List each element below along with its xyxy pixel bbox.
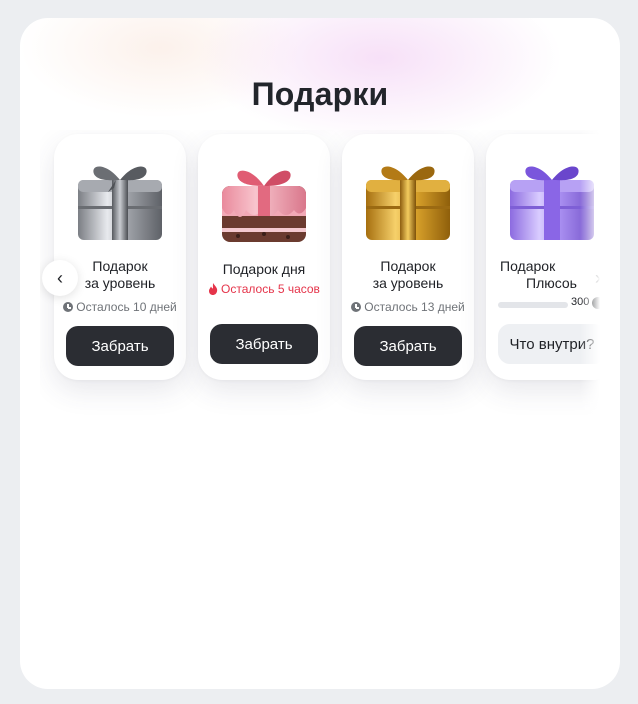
page-title: Подарки <box>251 76 389 112</box>
card-title: Подарок дня <box>198 261 330 278</box>
timer-text: Осталось 5 часов <box>221 282 320 296</box>
card-title: Подарок за уровень <box>342 258 474 292</box>
card-title-line: Подарок <box>92 258 148 274</box>
progress-bar <box>498 302 568 308</box>
gifts-panel: Подарки Подарок за уровень Осталось 10 д… <box>20 18 620 689</box>
silver-gift-icon <box>78 166 162 240</box>
gift-card[interactable]: Подарок дня Осталось 5 часов Забрать <box>198 134 330 380</box>
card-title-line: Подарок <box>500 258 556 274</box>
timer: Осталось 13 дней <box>342 300 474 314</box>
gift-card[interactable]: Подарок за уровень Осталось 13 дней Забр… <box>342 134 474 380</box>
claim-button[interactable]: Забрать <box>210 324 318 364</box>
timer-text: Осталось 10 дней <box>76 300 177 314</box>
card-title-line: за уровень <box>84 275 156 291</box>
card-title-line: Плюсоь <box>526 275 577 291</box>
clock-icon <box>63 302 74 312</box>
cake-gift-icon <box>222 170 306 242</box>
claim-button[interactable]: Забрать <box>354 326 462 366</box>
card-title-line: Подарок <box>380 258 436 274</box>
chevron-left-icon: ‹ <box>57 267 63 288</box>
carousel-prev-button[interactable]: ‹ <box>42 260 78 296</box>
gold-gift-icon <box>366 166 450 240</box>
card-title-line: Подарок дня <box>222 261 306 277</box>
timer: Осталось 10 дней <box>54 300 186 314</box>
gifts-carousel[interactable]: Подарок за уровень Осталось 10 дней Забр… <box>40 130 600 420</box>
gift-card[interactable]: Подарок за уровень Осталось 10 дней Забр… <box>54 134 186 380</box>
timer: Осталось 5 часов <box>198 282 330 296</box>
claim-button[interactable]: Забрать <box>66 326 174 366</box>
carousel-fade <box>580 130 600 420</box>
flame-icon <box>209 283 218 295</box>
card-title-line: за уровень <box>372 275 444 291</box>
timer-text: Осталось 13 дней <box>364 300 465 314</box>
clock-icon <box>351 302 362 312</box>
